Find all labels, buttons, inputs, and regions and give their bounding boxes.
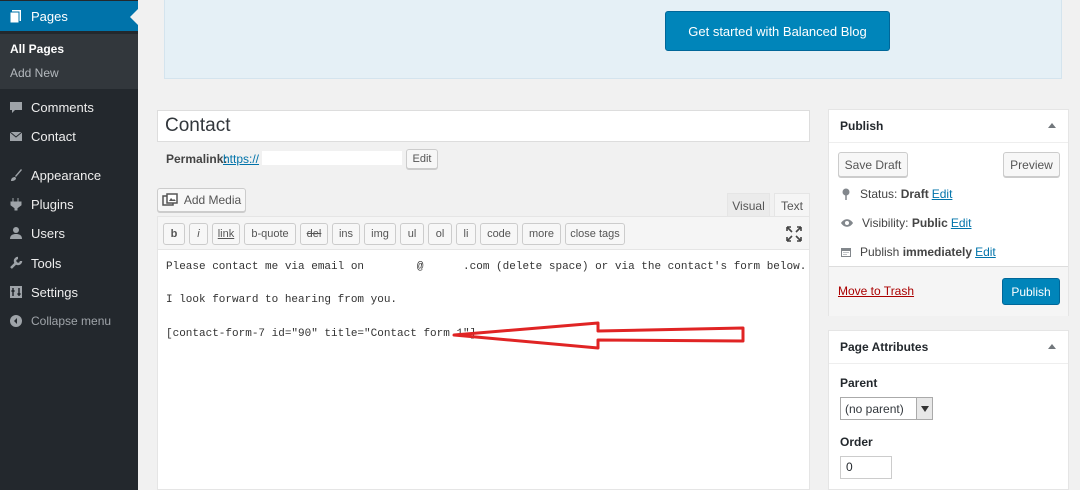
move-to-trash-link[interactable]: Move to Trash: [838, 284, 914, 298]
tab-visual[interactable]: Visual: [727, 193, 770, 217]
menu-comments[interactable]: Comments: [0, 92, 138, 122]
qt-ol-button[interactable]: ol: [428, 223, 452, 245]
admin-sidebar: Pages All Pages Add New Comments Contact…: [0, 0, 138, 490]
wrench-icon: [10, 256, 23, 269]
collapse-toggle-icon[interactable]: [1048, 123, 1056, 128]
permalink-label: Permalink:: [166, 152, 228, 166]
eye-icon: [841, 219, 853, 227]
comments-icon: [10, 102, 22, 113]
collapse-menu-button[interactable]: Collapse menu: [0, 306, 138, 336]
mail-icon: [9, 131, 23, 141]
qt-blockquote-button[interactable]: b-quote: [244, 223, 296, 245]
qt-link-button[interactable]: link: [212, 223, 240, 245]
publish-box: Publish Save Draft Preview Status: Draft…: [828, 109, 1069, 316]
qt-li-button[interactable]: li: [456, 223, 476, 245]
get-started-button[interactable]: Get started with Balanced Blog: [665, 11, 890, 51]
menu-pages[interactable]: Pages: [0, 1, 138, 31]
media-icon: [162, 193, 178, 206]
edit-schedule-link[interactable]: Edit: [975, 245, 996, 259]
publish-schedule-row: Publish immediately Edit: [840, 245, 996, 259]
save-draft-button[interactable]: Save Draft: [838, 152, 908, 177]
collapse-toggle-icon[interactable]: [1048, 344, 1056, 349]
permalink-link[interactable]: https://: [223, 152, 259, 166]
content-line-1: Please contact me via email on @ .com (d…: [166, 261, 807, 273]
qt-img-button[interactable]: img: [364, 223, 396, 245]
permalink-redacted: [262, 151, 402, 165]
preview-button[interactable]: Preview: [1003, 152, 1060, 177]
qt-del-button[interactable]: del: [300, 223, 328, 245]
edit-status-link[interactable]: Edit: [932, 187, 953, 201]
submenu-all-pages[interactable]: All Pages: [10, 42, 64, 56]
content-textarea[interactable]: Please contact me via email on @ .com (d…: [157, 249, 810, 490]
publish-button[interactable]: Publish: [1002, 278, 1060, 305]
users-icon: [10, 227, 22, 239]
major-publishing-actions: Move to Trash Publish: [829, 266, 1068, 316]
menu-plugins[interactable]: Plugins: [0, 189, 138, 219]
red-arrow-annotation: [452, 321, 745, 350]
add-media-button[interactable]: Add Media: [157, 188, 246, 212]
paintbrush-icon: [11, 169, 22, 181]
welcome-notice: Get started with Balanced Blog: [164, 0, 1062, 79]
collapse-icon: [10, 315, 22, 327]
fullscreen-icon[interactable]: [786, 226, 802, 242]
calendar-icon: [841, 248, 851, 257]
submenu-add-new[interactable]: Add New: [10, 66, 59, 80]
quicktags-toolbar: b i link b-quote del ins img ul ol li co…: [157, 216, 810, 250]
pages-icon: [9, 10, 21, 23]
pin-icon: [842, 188, 850, 200]
page-attributes-header[interactable]: Page Attributes: [829, 331, 1068, 364]
qt-bold-button[interactable]: b: [163, 223, 185, 245]
edit-visibility-link[interactable]: Edit: [951, 216, 972, 230]
qt-ins-button[interactable]: ins: [332, 223, 360, 245]
qt-code-button[interactable]: code: [480, 223, 518, 245]
order-input[interactable]: 0: [840, 456, 892, 479]
pages-submenu: All Pages Add New: [0, 34, 138, 89]
menu-settings[interactable]: Settings: [0, 277, 138, 307]
qt-more-button[interactable]: more: [522, 223, 561, 245]
settings-icon: [10, 286, 22, 298]
menu-contact[interactable]: Contact: [0, 121, 138, 151]
qt-italic-button[interactable]: i: [189, 223, 208, 245]
menu-tools[interactable]: Tools: [0, 248, 138, 278]
menu-users[interactable]: Users: [0, 218, 138, 248]
visibility-row: Visibility: Public Edit: [840, 216, 972, 230]
plugin-icon: [10, 198, 22, 211]
order-label: Order: [840, 435, 873, 449]
content-line-3: [contact-form-7 id="90" title="Contact f…: [166, 328, 477, 340]
qt-close-tags-button[interactable]: close tags: [565, 223, 625, 245]
parent-label: Parent: [840, 376, 878, 390]
qt-ul-button[interactable]: ul: [400, 223, 424, 245]
chevron-down-icon: [916, 398, 932, 419]
edit-permalink-button[interactable]: Edit: [406, 149, 438, 169]
tab-text[interactable]: Text: [774, 193, 810, 217]
status-row: Status: Draft Edit: [840, 187, 952, 201]
parent-select[interactable]: (no parent): [840, 397, 933, 420]
publish-box-header[interactable]: Publish: [829, 110, 1068, 143]
menu-appearance[interactable]: Appearance: [0, 160, 138, 190]
content-line-2: I look forward to hearing from you.: [166, 294, 398, 306]
title-input[interactable]: Contact: [157, 110, 810, 142]
